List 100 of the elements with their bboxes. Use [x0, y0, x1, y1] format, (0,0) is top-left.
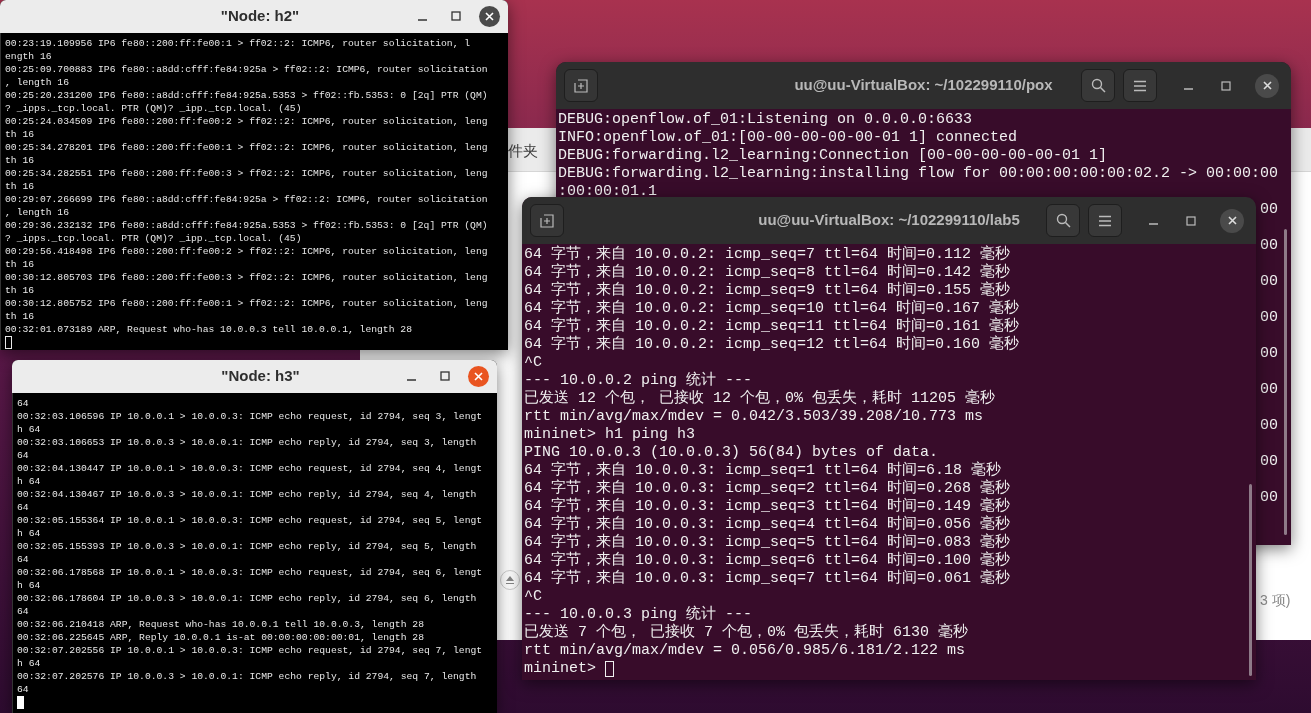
terminal-line: 64 字节，来自 10.0.0.3: icmp_seq=5 ttl=64 时间=0.083 毫秒 [524, 534, 1012, 551]
terminal-line: h 64 [17, 475, 42, 488]
new-tab-button[interactable] [530, 204, 564, 237]
minimize-icon [417, 18, 427, 21]
terminal-line: DEBUG:forwarding.l2_learning:Connection [00-00-00-00-00-01 1] [558, 147, 1109, 165]
terminal-line: h 64 [17, 423, 42, 436]
terminal-line: 00:32:07.202556 IP 10.0.0.1 > 10.0.0.3: ICMP echo request, id 2794, seq 7, lengt [17, 644, 484, 657]
terminal-line: 00 [1260, 237, 1278, 255]
terminal-line: 00:25:20.231200 IP6 fe80::a8dd:cfff:fe84:925a.5353 > ff02::fb.5353: 0 [2q] PTR (QM) [5, 89, 489, 102]
close-button[interactable] [1220, 208, 1244, 233]
terminal-line: 64 [17, 397, 30, 410]
terminal-line: 00:32:04.130467 IP 10.0.0.3 > 10.0.0.1: ICMP echo reply, id 2794, seq 4, length [17, 488, 478, 501]
folder-label: 件夹 [508, 141, 538, 161]
close-icon [474, 371, 483, 381]
terminal-line: 00 [1260, 489, 1278, 507]
terminal-line: DEBUG:forwarding.l2_learning:installing flow for 00:00:00:00:00:02.2 -> 00:00:00 [558, 165, 1280, 183]
menu-button[interactable] [1123, 69, 1157, 102]
terminal-line: ength 16 [5, 50, 53, 63]
eject-glyph-icon [504, 574, 516, 586]
terminal-line: 64 字节，来自 10.0.0.3: icmp_seq=6 ttl=64 时间=0.100 毫秒 [524, 552, 1012, 569]
terminal-line: 64 [17, 553, 30, 566]
terminal-line: 00:32:03.106653 IP 10.0.0.3 > 10.0.0.1: ICMP echo reply, id 2794, seq 3, length [17, 436, 478, 449]
terminal-line: 00:29:07.266699 IP6 fe80::a8dd:cfff:fe84:925a > ff02::2: ICMP6, router solicitation [5, 193, 489, 206]
maximize-icon [1186, 215, 1196, 226]
terminal-line: ^C [524, 588, 543, 606]
terminal-line: 64 字节，来自 10.0.0.3: icmp_seq=7 ttl=64 时间=0.061 毫秒 [524, 570, 1012, 588]
terminal-line: th 16 [5, 284, 36, 297]
minimize-icon [1148, 223, 1158, 225]
scrollbar[interactable] [1284, 229, 1287, 535]
menu-icon [1133, 79, 1147, 92]
terminal-line: 00 [1260, 309, 1278, 327]
terminal-line: h 64 [17, 579, 42, 592]
terminal-line: 已发送 7 个包， 已接收 7 个包，0% 包丢失，耗时 6130 毫秒 [524, 624, 970, 642]
window-title: uu@uu-VirtualBox: ~/102299110/pox [794, 75, 1053, 96]
terminal-line: 64 [17, 605, 30, 618]
terminal-line: mininet> [524, 660, 597, 678]
terminal-line: 64 字节，来自 10.0.0.2: icmp_seq=9 ttl=64 时间=0.155 毫秒 [524, 282, 1012, 299]
window-title: "Node: h3" [221, 366, 300, 387]
terminal-line: 00:32:06.178568 IP 10.0.0.1 > 10.0.0.3: ICMP echo request, id 2794, seq 6, lengt [17, 566, 484, 579]
terminal-line: 00:29:36.232132 IP6 fe80::a8dd:cfff:fe84:925a.5353 > ff02::fb.5353: 0 [2q] PTR (QM) [5, 219, 489, 232]
scrollbar[interactable] [1249, 484, 1252, 676]
search-button[interactable] [1081, 69, 1115, 102]
maximize-icon [451, 11, 461, 21]
terminal-line: , length 16 [5, 76, 70, 89]
terminal-line: 64 字节，来自 10.0.0.2: icmp_seq=8 ttl=64 时间=0.142 毫秒 [524, 264, 1012, 281]
terminal-line: ^C [524, 354, 543, 372]
terminal-line: 00:29:56.418498 IP6 fe80::200:ff:fe00:2 > ff02::2: ICMP6, router solicitation, leng [5, 245, 489, 258]
close-button[interactable] [479, 5, 500, 27]
minimize-icon [1183, 88, 1193, 90]
search-icon [1055, 213, 1071, 228]
terminal-line: ? _ipps._tcp.local. PTR (QM)? _ipp._tcp.local. (45) [5, 232, 303, 245]
terminal-line: 00:32:05.155393 IP 10.0.0.3 > 10.0.0.1: ICMP echo reply, id 2794, seq 5, length [17, 540, 478, 553]
terminal-line: 00 [1260, 453, 1278, 471]
close-icon [485, 11, 494, 21]
window-title: uu@uu-VirtualBox: ~/102299110/lab5 [758, 210, 1020, 231]
terminal-line: 00 [1260, 201, 1278, 219]
terminal-line: 64 [17, 449, 30, 462]
terminal-line: th 16 [5, 310, 36, 323]
terminal-line: --- 10.0.0.2 ping 统计 --- [524, 372, 754, 389]
maximize-icon [1221, 80, 1231, 91]
minimize-icon [406, 378, 416, 381]
terminal-line: h 64 [17, 657, 42, 670]
terminal-line: 64 字节，来自 10.0.0.2: icmp_seq=10 ttl=64 时间=0.167 毫秒 [524, 300, 1021, 317]
close-icon [1262, 81, 1272, 90]
menu-button[interactable] [1088, 204, 1122, 237]
terminal-line: --- 10.0.0.3 ping 统计 --- [524, 606, 754, 623]
terminal-line: 64 字节，来自 10.0.0.3: icmp_seq=4 ttl=64 时间=0.056 毫秒 [524, 516, 1012, 533]
terminal-line: 00:25:34.278201 IP6 fe80::200:ff:fe00:1 > ff02::2: ICMP6, router solicitation, leng [5, 141, 489, 154]
maximize-icon [440, 371, 450, 381]
item-count: 3 项) [1260, 591, 1291, 610]
new-tab-button[interactable] [564, 69, 598, 102]
plus-icon [540, 213, 554, 228]
terminal-line: 00:25:24.034509 IP6 fe80::200:ff:fe00:2 > ff02::2: ICMP6, router solicitation, leng [5, 115, 489, 128]
search-icon [1090, 78, 1106, 93]
terminal-line: ? _ipps._tcp.local. PTR (QM)? _ipp._tcp.local. (45) [5, 102, 303, 115]
terminal-line: 00 [1260, 273, 1278, 291]
menu-icon [1098, 214, 1112, 227]
terminal-line: INFO:openflow.of_01:[00-00-00-00-00-01 1] connected [558, 129, 1019, 147]
terminal-line: 00 [1260, 417, 1278, 435]
terminal-line: 64 字节，来自 10.0.0.2: icmp_seq=11 ttl=64 时间=0.161 毫秒 [524, 318, 1021, 335]
terminal-line: rtt min/avg/max/mdev = 0.042/3.503/39.208/10.773 ms [524, 408, 985, 426]
terminal-line: th 16 [5, 180, 36, 193]
search-button[interactable] [1046, 204, 1080, 237]
terminal-line: 00:32:06.178604 IP 10.0.0.3 > 10.0.0.1: ICMP echo reply, id 2794, seq 6, length [17, 592, 478, 605]
terminal-line: , length 16 [5, 206, 70, 219]
terminal-line: 64 [17, 683, 29, 696]
terminal-line: 00:32:05.155364 IP 10.0.0.1 > 10.0.0.3: ICMP echo request, id 2794, seq 5, lengt [17, 514, 484, 527]
terminal-line: 64 字节，来自 10.0.0.2: icmp_seq=7 ttl=64 时间=0.112 毫秒 [524, 246, 1012, 263]
terminal-line: 64 [17, 501, 30, 514]
terminal-line: 00:30:12.805752 IP6 fe80::200:ff:fe00:1 > ff02::2: ICMP6, router solicitation, leng [5, 297, 489, 310]
terminal-line: th 16 [5, 154, 36, 167]
terminal-line: 64 字节，来自 10.0.0.3: icmp_seq=3 ttl=64 时间=0.149 毫秒 [524, 498, 1012, 515]
terminal-line: 00 [1260, 381, 1278, 399]
terminal-line: DEBUG:openflow.of_01:Listening on 0.0.0.0:6633 [558, 111, 974, 129]
close-button[interactable] [1255, 73, 1279, 98]
terminal-line: 00:23:19.109956 IP6 fe80::200:ff:fe00:1 > ff02::2: ICMP6, router solicitation, l [5, 37, 472, 50]
plus-icon [574, 78, 588, 93]
window-title: "Node: h2" [220, 6, 300, 27]
terminal-line: :00:00:01.1 [558, 183, 659, 201]
terminal-line: 已发送 12 个包， 已接收 12 个包，0% 包丢失，耗时 11205 毫秒 [524, 390, 997, 408]
